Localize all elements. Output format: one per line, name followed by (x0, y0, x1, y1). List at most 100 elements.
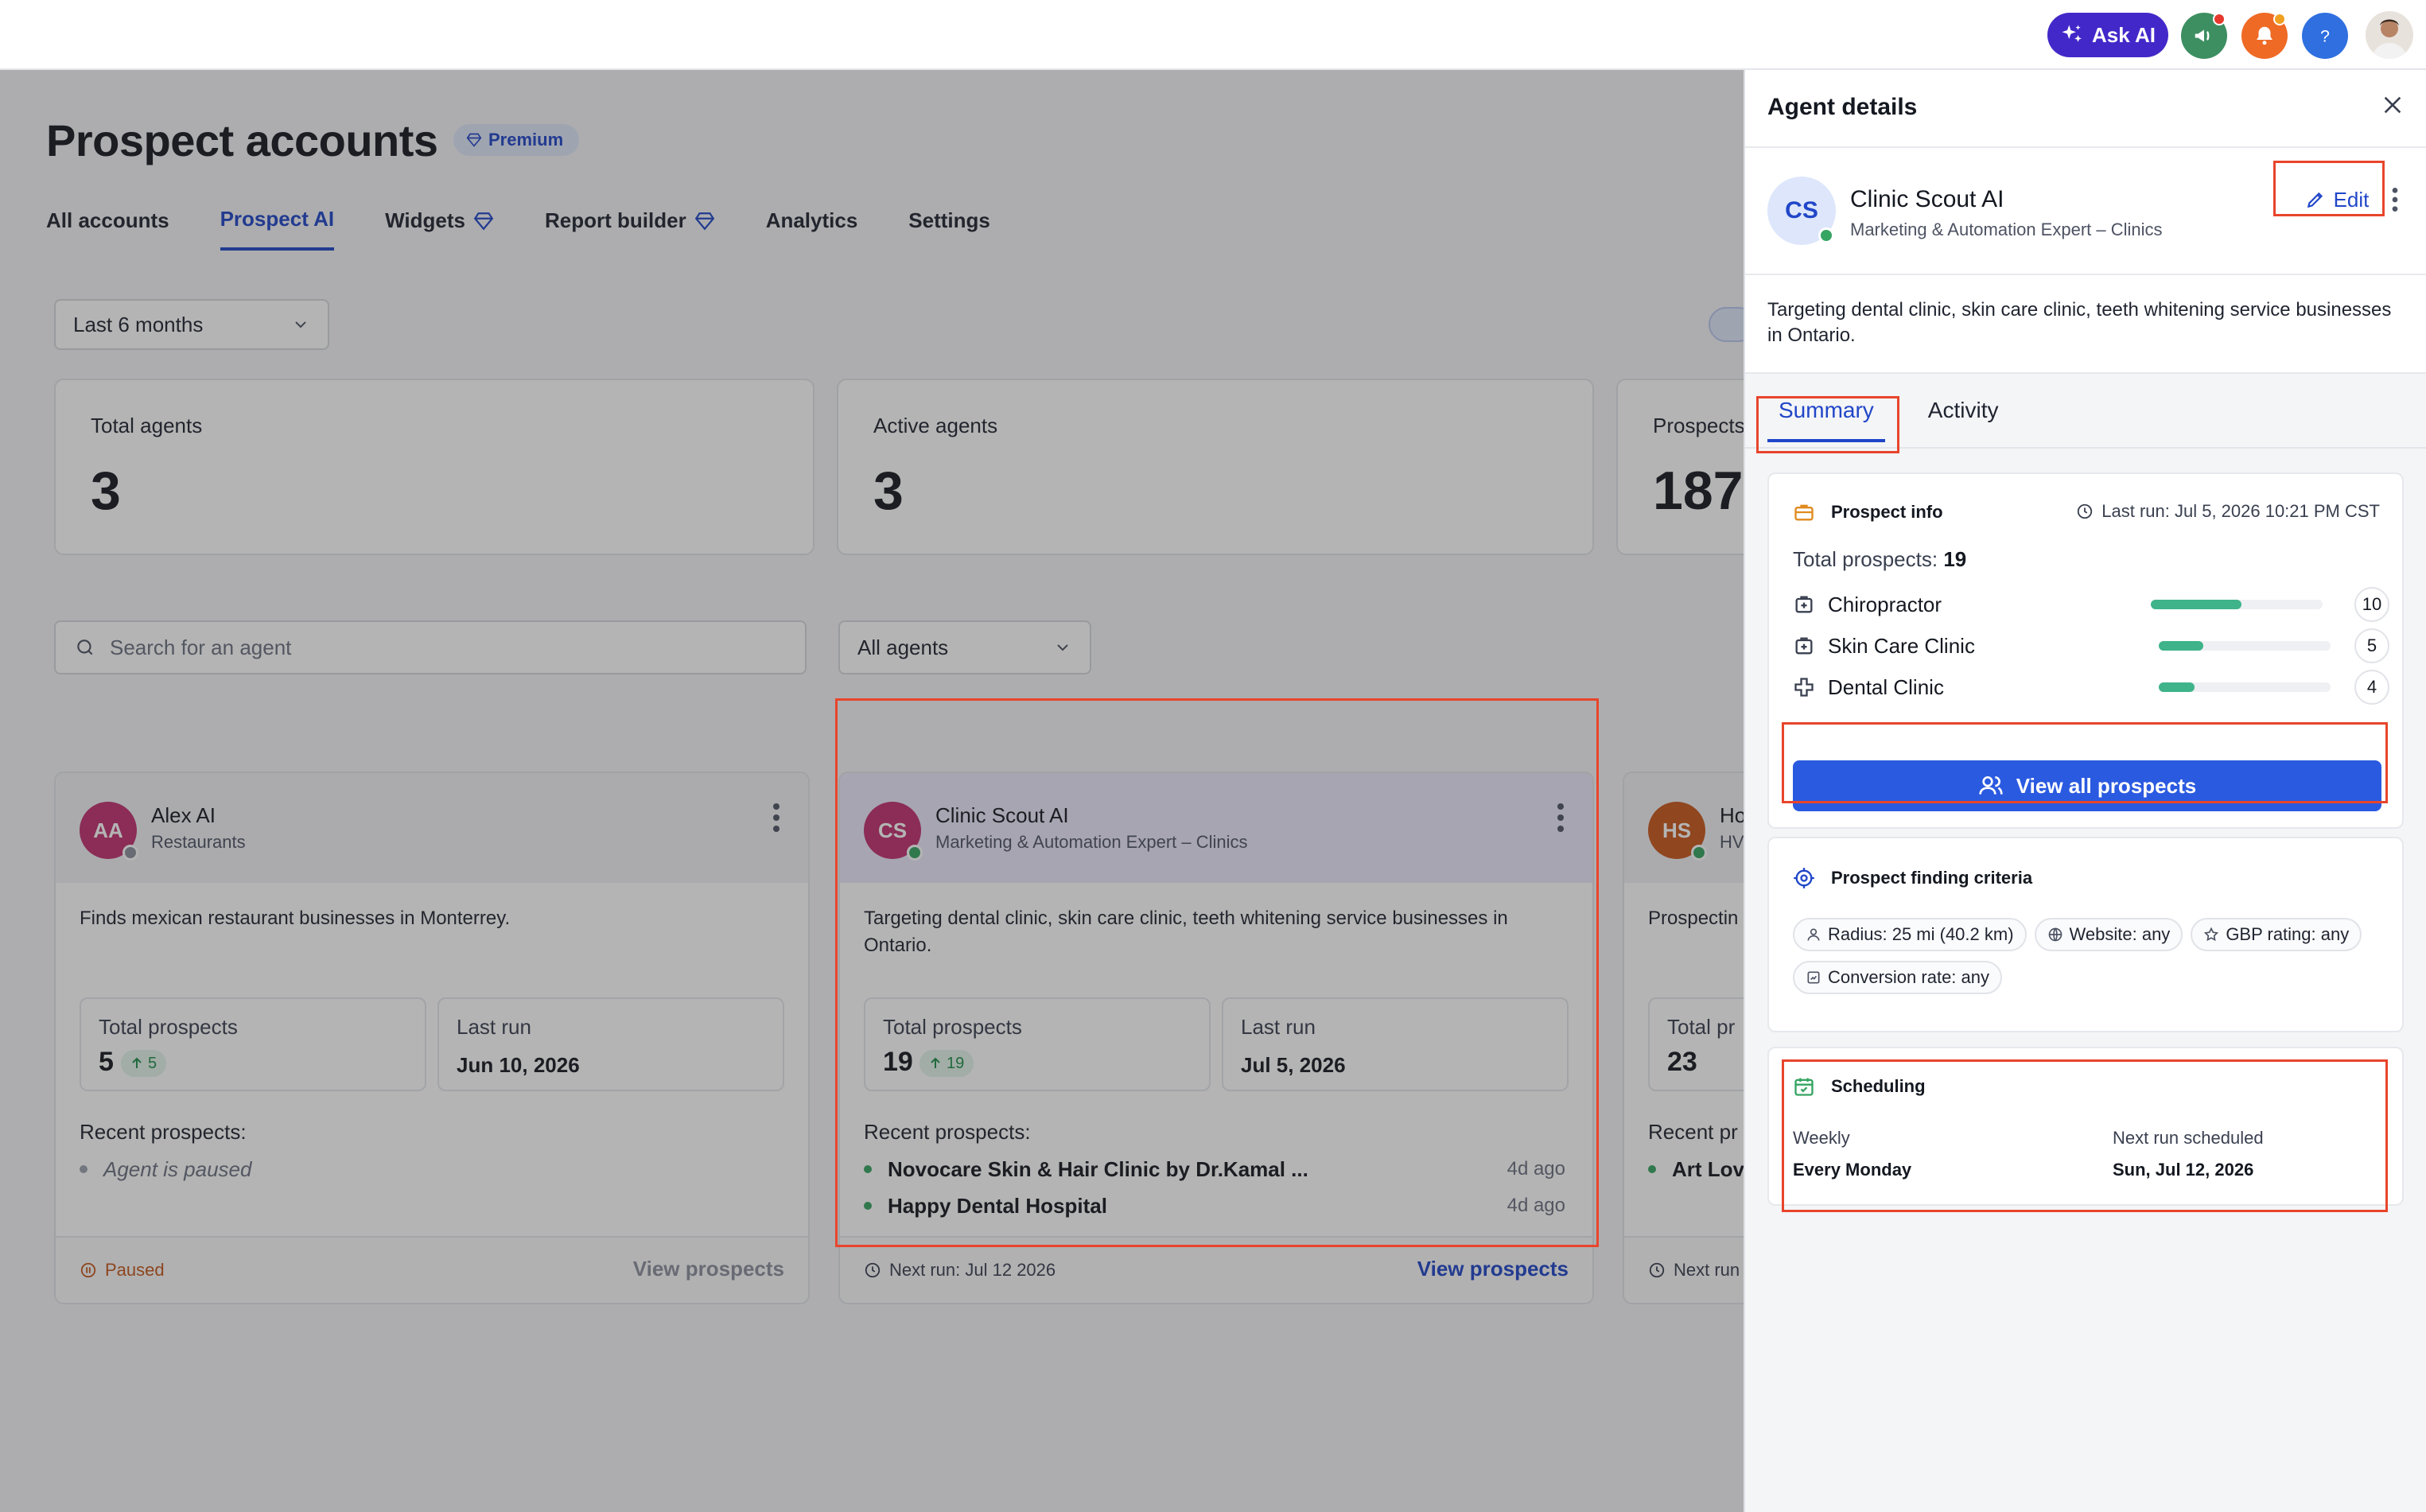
tab-analytics[interactable]: Analytics (766, 207, 858, 251)
tab-label: Settings (908, 208, 990, 232)
view-prospects-link[interactable]: View prospects (1417, 1257, 1569, 1281)
user-avatar[interactable] (2366, 11, 2413, 59)
prospect-age: 4d ago (1507, 1195, 1565, 1216)
agent-name: Alex AI (151, 803, 216, 827)
ask-ai-label: Ask AI (2092, 22, 2156, 47)
agents-filter-select[interactable]: All agents (838, 620, 1091, 674)
category-row-chiropractor: Chiropractor 10 (1793, 587, 2389, 622)
schedule-frequency: Weekly Every Monday (1793, 1128, 1911, 1180)
list-item[interactable]: Novocare Skin & Hair Clinic by Dr.Kamal … (864, 1153, 1565, 1185)
recent-prospects-title: Recent pr (1648, 1120, 1738, 1144)
agent-search-input[interactable]: Search for an agent (54, 620, 807, 674)
schedule-next-value: Sun, Jul 12, 2026 (2113, 1160, 2254, 1180)
announcements-button[interactable] (2181, 13, 2227, 59)
bell-icon (2257, 26, 2272, 45)
more-options-icon[interactable] (772, 802, 781, 834)
mini-label: Total prospects (99, 1015, 238, 1039)
tab-all-accounts[interactable]: All accounts (46, 207, 169, 251)
progress-bar (2159, 641, 2331, 651)
mini-label: Last run (457, 1015, 531, 1039)
panel-title: Agent details (1767, 94, 1918, 120)
main-content: Prospect accounts Premium All accounts P… (0, 70, 2378, 1512)
tab-label: Analytics (765, 208, 858, 232)
medical-cross-icon (1794, 678, 1814, 697)
section-title-text: Prospect finding criteria (1831, 868, 2033, 888)
agent-card-clinic-scout-ai[interactable]: CS Clinic Scout AI Marketing & Automatio… (838, 772, 1594, 1304)
category-row-skin-care-clinic: Skin Care Clinic 5 (1793, 628, 2389, 663)
criteria-chip-gbp-rating: GBP rating: any (2191, 918, 2362, 951)
criteria-chip-radius: Radius: 25 mi (40.2 km) (1793, 918, 2027, 951)
more-options-icon[interactable] (2391, 186, 2399, 213)
period-select[interactable]: Last 6 months (54, 299, 329, 350)
agent-name: Clinic Scout AI (1850, 186, 2004, 212)
diamond-icon (473, 212, 494, 230)
agent-card-alex-ai[interactable]: AA Alex AI Restaurants Finds mexican res… (54, 772, 810, 1304)
top-bar: Ask AI ? (0, 0, 2426, 70)
status-dot (1691, 845, 1707, 861)
scheduling-section: Scheduling Weekly Every Monday Next run … (1767, 1047, 2404, 1206)
progress-bar (2159, 682, 2331, 692)
view-all-label: View all prospects (2016, 773, 2197, 798)
agent-details-panel: Agent details CS Clinic Scout AI Marketi… (1744, 70, 2426, 1512)
close-icon[interactable] (2380, 92, 2405, 118)
status-label: Paused (80, 1260, 165, 1281)
panel-header: Agent details (1745, 70, 2426, 148)
tab-summary[interactable]: Summary (1767, 398, 1885, 442)
star-icon (2204, 927, 2219, 942)
bullet (864, 1202, 872, 1210)
view-all-prospects-button[interactable]: View all prospects (1793, 760, 2381, 811)
view-prospects-link[interactable]: View prospects (633, 1257, 784, 1281)
bullet (1648, 1165, 1656, 1173)
prospect-info-section: Prospect info Last run: Jul 5, 2026 10:2… (1767, 472, 2404, 829)
ask-ai-button[interactable]: Ask AI (2047, 13, 2168, 57)
more-options-icon[interactable] (1556, 802, 1565, 834)
schedule-frequency-value: Every Monday (1793, 1160, 1912, 1180)
avatar-initials: CS (877, 818, 908, 842)
edit-button[interactable]: Edit (2294, 180, 2380, 220)
tab-prospect-ai[interactable]: Prospect AI (220, 207, 335, 251)
criteria-section: Prospect finding criteria Radius: 25 mi … (1767, 837, 2404, 1032)
premium-label: Premium (488, 130, 564, 150)
tab-label: Widgets (385, 208, 466, 232)
chip-label: GBP rating: any (2226, 924, 2350, 944)
tab-report-builder[interactable]: Report builder (545, 207, 715, 251)
arrow-up-icon (931, 1057, 940, 1068)
stat-value: 3 (873, 461, 904, 521)
stat-label: Active agents (873, 414, 998, 437)
calendar-icon (1794, 1078, 1814, 1096)
schedule-frequency-label: Weekly (1793, 1128, 1850, 1148)
chip-label: Radius: 25 mi (40.2 km) (1828, 924, 2014, 944)
clock-icon (865, 1262, 881, 1278)
total-prospects-line: Total prospects: 19 (1793, 547, 1966, 572)
help-button[interactable]: ? (2302, 13, 2348, 59)
briefcase-icon (1794, 504, 1814, 521)
tab-widgets[interactable]: Widgets (385, 207, 494, 251)
stat-value: 3 (91, 461, 121, 521)
list-item[interactable]: Happy Dental Hospital 4d ago (864, 1190, 1565, 1222)
diamond-icon (466, 133, 482, 147)
delta-value: 19 (947, 1054, 965, 1072)
avatar: HS (1648, 802, 1707, 861)
section-title: Scheduling (1793, 1075, 1926, 1098)
notification-dot (2273, 13, 2286, 25)
pause-circle-icon (80, 1262, 96, 1278)
section-title-text: Scheduling (1831, 1076, 1926, 1096)
clock-icon (2078, 503, 2093, 519)
tab-settings[interactable]: Settings (908, 207, 990, 251)
agent-role: Marketing & Automation Expert – Clinics (935, 832, 1248, 852)
medical-case-icon (1795, 637, 1813, 655)
total-prospects-box: Total prospects 5 5 (80, 997, 426, 1091)
tab-label: Prospect AI (220, 207, 335, 231)
agent-description: Targeting dental clinic, skin care clini… (864, 908, 1508, 956)
agent-role: Restaurants (151, 832, 246, 852)
agent-description: Finds mexican restaurant businesses in M… (80, 908, 511, 929)
section-title: Prospect finding criteria (1793, 867, 2032, 889)
total-prospects-box: Total prospects 19 19 (864, 997, 1211, 1091)
tab-activity[interactable]: Activity (1917, 398, 2010, 442)
avatar-initials: HS (1662, 818, 1692, 842)
help-icon: ? (2320, 27, 2330, 46)
count-badge: 10 (2354, 587, 2389, 622)
notifications-button[interactable] (2241, 13, 2288, 59)
mini-value: 23 (1667, 1047, 1697, 1077)
agent-name: Clinic Scout AI (935, 803, 1069, 827)
